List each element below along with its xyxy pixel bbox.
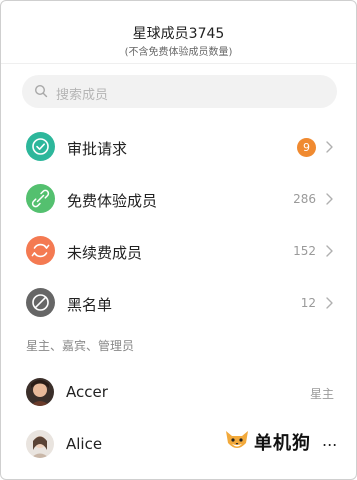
row-unrenewed-members[interactable]: 未续费成员 152 bbox=[1, 230, 356, 282]
member-role: 星主 bbox=[309, 387, 334, 401]
check-circle-icon bbox=[26, 132, 55, 161]
page-title: 星球成员3745 bbox=[132, 26, 225, 42]
search-icon bbox=[34, 84, 48, 98]
chevron-right-icon bbox=[326, 141, 333, 153]
member-name: Accer bbox=[66, 383, 108, 401]
watermark-text: 单机狗 bbox=[254, 433, 311, 454]
row-count: 152 bbox=[293, 244, 316, 258]
watermark-logo: 单机狗 ... bbox=[222, 425, 338, 457]
row-label: 未续费成员 bbox=[67, 244, 143, 262]
row-label: 审批请求 bbox=[67, 140, 128, 158]
avatar bbox=[26, 378, 54, 406]
search-placeholder: 搜索成员 bbox=[56, 88, 109, 103]
member-panel: 星球成员3745 (不含免费体验成员数量) 搜索成员 审批请求 9 免费体验成员… bbox=[0, 0, 357, 480]
chevron-right-icon bbox=[326, 193, 333, 205]
row-count: 12 bbox=[300, 296, 316, 310]
avatar bbox=[26, 430, 54, 458]
dog-logo-icon bbox=[226, 431, 248, 448]
member-name: Alice bbox=[66, 435, 103, 453]
page-subtitle: (不含免费体验成员数量) bbox=[124, 47, 233, 58]
row-label: 免费体验成员 bbox=[67, 192, 158, 210]
member-row-accer[interactable]: Accer 星主 bbox=[1, 378, 356, 418]
refresh-icon bbox=[26, 236, 55, 265]
row-approval-requests[interactable]: 审批请求 9 bbox=[1, 126, 356, 178]
header: 星球成员3745 (不含免费体验成员数量) bbox=[1, 1, 356, 63]
chevron-right-icon bbox=[326, 297, 333, 309]
section-title: 星主、嘉宾、管理员 bbox=[26, 339, 135, 353]
link-icon bbox=[26, 184, 55, 213]
header-divider bbox=[1, 63, 356, 64]
row-label: 黑名单 bbox=[67, 296, 113, 314]
row-blacklist[interactable]: 黑名单 12 bbox=[1, 282, 356, 334]
row-free-trial-members[interactable]: 免费体验成员 286 bbox=[1, 178, 356, 230]
count-badge: 9 bbox=[297, 138, 316, 157]
row-count: 286 bbox=[293, 192, 316, 206]
chevron-right-icon bbox=[326, 245, 333, 257]
search-input[interactable]: 搜索成员 bbox=[22, 75, 337, 108]
block-icon bbox=[26, 288, 55, 317]
more-dots: ... bbox=[322, 431, 338, 450]
